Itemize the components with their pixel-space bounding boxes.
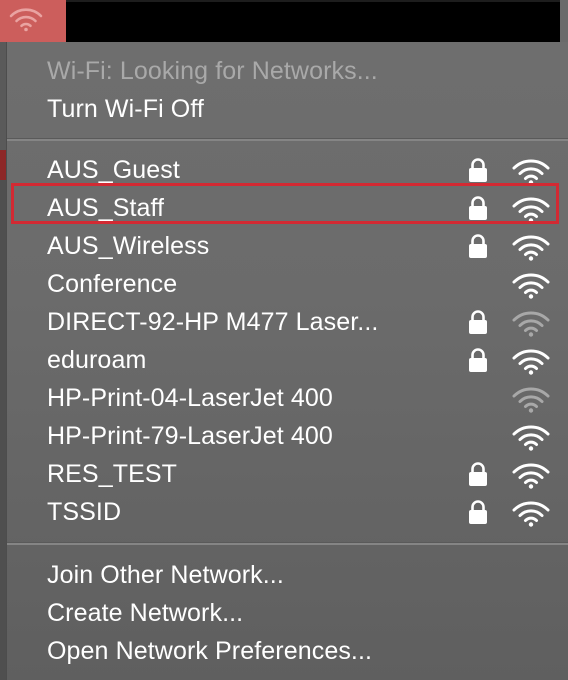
menu-bar-stripe [66,0,560,2]
open-network-preferences-item[interactable]: Open Network Preferences... [7,632,568,670]
join-other-network-label: Join Other Network... [47,560,284,589]
lock-icon [469,500,487,524]
network-item[interactable]: RES_TEST [7,455,568,493]
open-network-preferences-label: Open Network Preferences... [47,636,373,665]
network-item[interactable]: eduroam [7,341,568,379]
network-name: AUS_Guest [47,155,180,184]
join-other-network-item[interactable]: Join Other Network... [7,556,568,594]
network-name: AUS_Staff [47,193,165,222]
network-item[interactable]: TSSID [7,493,568,531]
menu-separator [7,542,568,545]
network-name: TSSID [47,497,122,526]
wifi-status-text: Wi-Fi: Looking for Networks... [7,52,568,90]
network-item[interactable]: AUS_Guest [7,151,568,189]
turn-wifi-off-item[interactable]: Turn Wi-Fi Off [7,90,568,128]
wifi-menubar-button[interactable] [0,0,66,42]
wifi-signal-icon [512,501,550,527]
wifi-signal-icon [512,425,550,451]
wifi-status-label: Wi-Fi: Looking for Networks... [47,56,378,85]
lock-icon [469,310,487,334]
network-item[interactable]: AUS_Wireless [7,227,568,265]
wifi-signal-icon [512,197,550,223]
lock-icon [469,348,487,372]
wifi-signal-icon [512,159,550,185]
network-item[interactable]: AUS_Staff [7,189,568,227]
network-name: AUS_Wireless [47,231,210,260]
wifi-signal-icon [512,387,550,413]
wifi-signal-icon [512,311,550,337]
wifi-signal-icon [512,235,550,261]
network-item[interactable]: DIRECT-92-HP M477 Laser... [7,303,568,341]
lock-icon [469,462,487,486]
wifi-signal-icon [512,273,550,299]
network-name: HP-Print-04-LaserJet 400 [47,383,333,412]
lock-icon [469,158,487,182]
wifi-signal-icon [512,349,550,375]
turn-wifi-off-label: Turn Wi-Fi Off [47,94,204,123]
network-item[interactable]: HP-Print-04-LaserJet 400 [7,379,568,417]
network-item[interactable]: Conference [7,265,568,303]
lock-icon [469,196,487,220]
network-name: DIRECT-92-HP M477 Laser... [47,307,379,336]
lock-icon [469,234,487,258]
network-name: RES_TEST [47,459,177,488]
create-network-item[interactable]: Create Network... [7,594,568,632]
network-item[interactable]: HP-Print-79-LaserJet 400 [7,417,568,455]
wifi-signal-icon [512,463,550,489]
network-name: eduroam [47,345,147,374]
create-network-label: Create Network... [47,598,244,627]
menu-bar [0,0,568,42]
network-name: HP-Print-79-LaserJet 400 [47,421,333,450]
network-name: Conference [47,269,178,298]
menu-bar-edge [560,0,568,42]
wifi-dropdown-menu: Wi-Fi: Looking for Networks... Turn Wi-F… [6,42,568,680]
wifi-icon [9,8,43,32]
menu-separator [7,138,568,141]
